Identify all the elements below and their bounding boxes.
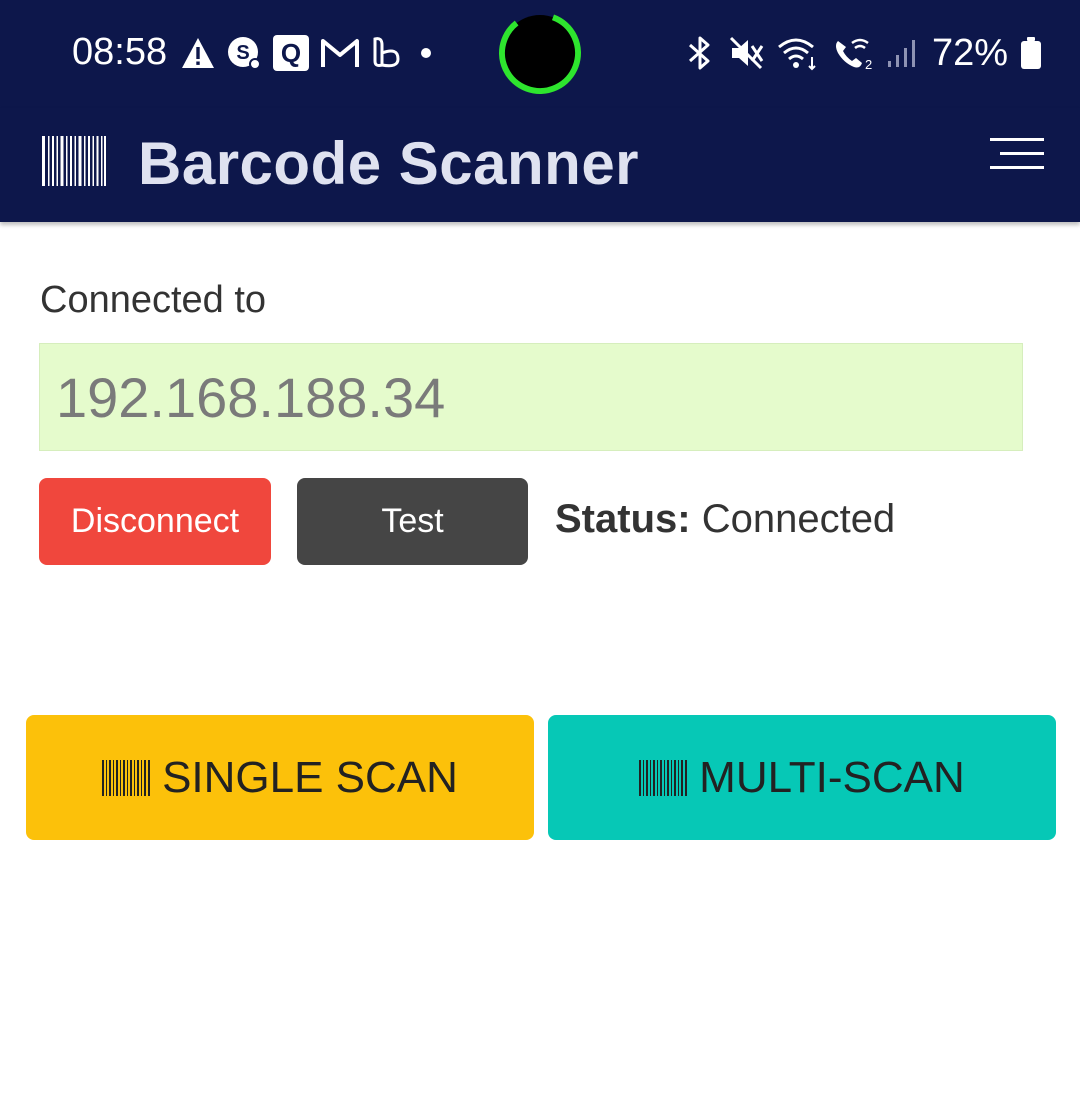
camera-cutout-icon <box>499 12 581 94</box>
barcode-icon <box>102 759 151 796</box>
app-bar: Barcode Scanner <box>0 108 1080 222</box>
ip-address-field[interactable] <box>39 343 1023 451</box>
status-bar: 08:58 S Q 2 72% <box>0 0 1080 108</box>
test-button[interactable]: Test <box>297 478 528 565</box>
app-s-icon: S <box>228 37 261 70</box>
disconnect-button[interactable]: Disconnect <box>39 478 271 565</box>
barcode-icon <box>639 759 688 796</box>
single-scan-label: SINGLE SCAN <box>162 752 458 802</box>
svg-text:2: 2 <box>865 57 872 71</box>
svg-text:Q: Q <box>281 38 301 68</box>
connection-status: Status: Connected <box>555 496 895 542</box>
app-q-icon: Q <box>273 35 309 71</box>
signal-icon <box>888 40 915 67</box>
status-time: 08:58 <box>72 31 168 73</box>
app-b-icon <box>373 37 400 68</box>
wifi-calling-icon: 2 <box>836 38 872 71</box>
connected-to-label: Connected to <box>40 279 267 321</box>
single-scan-button[interactable]: SINGLE SCAN <box>26 715 534 840</box>
bluetooth-icon <box>689 36 710 70</box>
hamburger-menu-icon[interactable] <box>986 132 1048 176</box>
multi-scan-button[interactable]: MULTI-SCAN <box>548 715 1056 840</box>
gmail-icon <box>321 39 359 67</box>
barcode-icon <box>42 136 106 186</box>
svg-text:S: S <box>236 42 249 64</box>
warning-icon <box>182 38 214 68</box>
dot-icon <box>421 48 431 58</box>
battery-icon <box>1021 37 1042 69</box>
status-value: Connected <box>701 497 896 541</box>
battery-percent: 72% <box>932 32 1009 74</box>
system-icons: 2 72% <box>684 32 1042 74</box>
vibrate-mute-icon <box>729 36 764 70</box>
app-title: Barcode Scanner <box>138 130 640 197</box>
notification-icons: S Q <box>180 33 438 73</box>
wifi-icon <box>778 38 816 71</box>
multi-scan-label: MULTI-SCAN <box>699 752 965 802</box>
status-label: Status: <box>555 497 691 541</box>
